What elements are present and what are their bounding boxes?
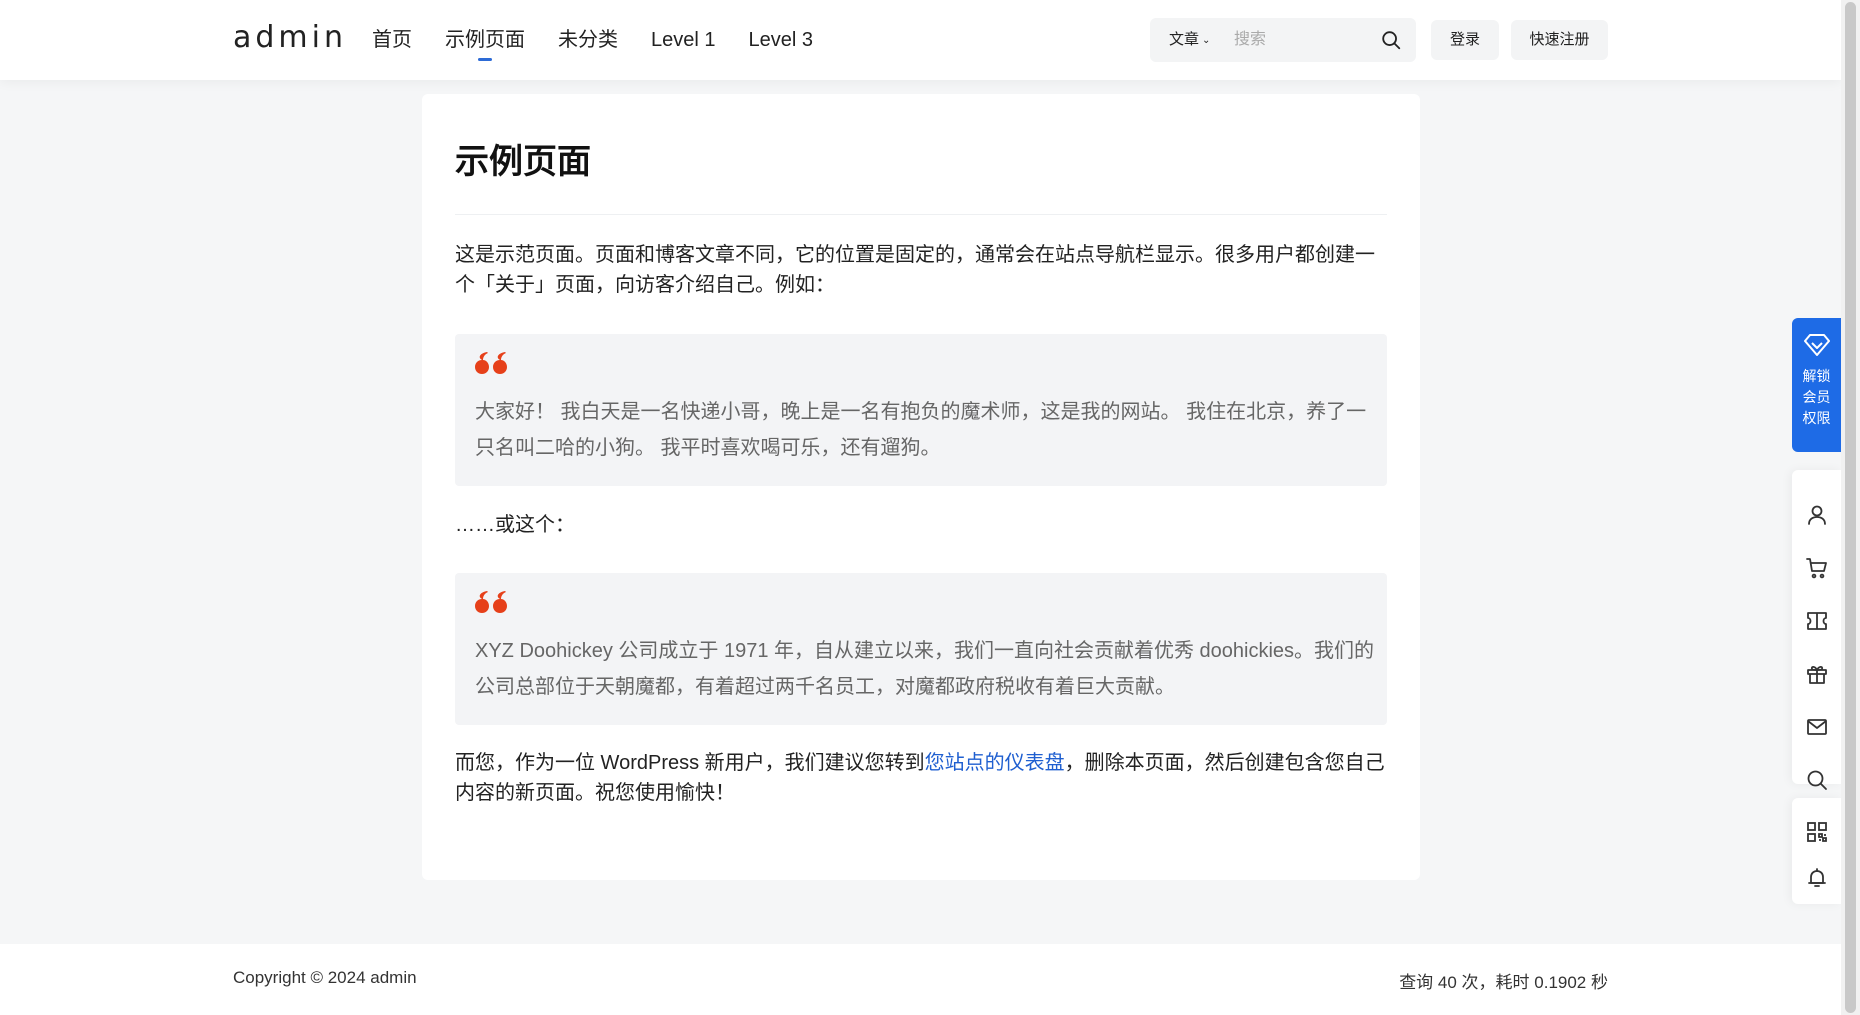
gift-button[interactable] (1792, 654, 1841, 694)
main-nav: 首页 示例页面 未分类 Level 1 Level 3 (372, 0, 846, 80)
nav-item-sample-page[interactable]: 示例页面 (445, 0, 525, 80)
login-button[interactable]: 登录 (1431, 20, 1499, 60)
cart-icon (1805, 558, 1827, 579)
quote-icon (475, 591, 507, 613)
floating-toolbar (1792, 470, 1841, 790)
or-this-paragraph: ……或这个： (455, 514, 575, 536)
copyright-text: Copyright © 2024 admin (233, 968, 417, 987)
register-button[interactable]: 快速注册 (1511, 20, 1608, 60)
search-icon[interactable] (1380, 29, 1402, 51)
nav-item-home[interactable]: 首页 (372, 0, 412, 80)
search-category-label: 文章 (1169, 31, 1200, 48)
quote-icon (475, 352, 507, 374)
search-category-dropdown[interactable]: 文章 ⌄ (1169, 18, 1210, 63)
chevron-down-icon: ⌄ (1202, 35, 1211, 46)
title-divider (455, 214, 1387, 215)
quote-text: XYZ Doohickey 公司成立于 1971 年，自从建立以来，我们一直向社… (475, 640, 1375, 698)
intro-paragraph: 这是示范页面。页面和博客文章不同，它的位置是固定的，通常会在站点导航栏显示。很多… (455, 244, 1375, 296)
sidebar-search-button[interactable] (1792, 760, 1841, 800)
user-icon (1807, 505, 1826, 525)
page-title: 示例页面 (455, 143, 591, 181)
diamond-icon (1804, 334, 1830, 356)
search-input[interactable] (1234, 25, 1374, 55)
dashboard-link[interactable]: 您站点的仪表盘 (925, 752, 1065, 774)
coupon-button[interactable] (1792, 601, 1841, 641)
gift-icon (1806, 665, 1827, 684)
quote-text: 大家好！ 我白天是一名快递小哥，晚上是一名有抱负的魔术师，这是我的网站。 我住在… (475, 401, 1367, 459)
floating-toolbar-secondary (1792, 798, 1841, 904)
user-center-button[interactable] (1792, 495, 1841, 535)
blockquote: XYZ Doohickey 公司成立于 1971 年，自从建立以来，我们一直向社… (455, 573, 1387, 725)
query-stats: 查询 40 次，耗时 0.1902 秒 (1399, 973, 1608, 992)
ticket-icon (1806, 612, 1827, 630)
blockquote: 大家好！ 我白天是一名快递小哥，晚上是一名有抱负的魔术师，这是我的网站。 我住在… (455, 334, 1387, 486)
search-icon (1807, 770, 1827, 790)
outro-text-before: 而您，作为一位 WordPress 新用户，我们建议您转到 (455, 752, 925, 774)
vip-label-line: 解锁 (1802, 368, 1831, 384)
qrcode-button[interactable] (1792, 812, 1841, 852)
message-button[interactable] (1792, 707, 1841, 747)
nav-item-uncategorized[interactable]: 未分类 (558, 0, 618, 80)
vip-label: 解锁 会员 权限 (1792, 366, 1841, 429)
article-card: 示例页面 这是示范页面。页面和博客文章不同，它的位置是固定的，通常会在站点导航栏… (422, 94, 1420, 880)
vip-label-line: 会员 (1802, 389, 1831, 405)
site-header: admin 首页 示例页面 未分类 Level 1 Level 3 文章⌄ 登录… (0, 0, 1841, 80)
scrollbar-thumb[interactable] (1845, 2, 1856, 1013)
qrcode-icon (1806, 822, 1827, 842)
site-logo[interactable]: admin (233, 20, 347, 55)
site-footer: Copyright © 2024 admin 查询 40 次，耗时 0.1902… (0, 944, 1841, 1015)
unlock-vip-button[interactable]: 解锁 会员 权限 (1792, 318, 1841, 452)
notification-button[interactable] (1792, 858, 1841, 898)
bell-icon (1807, 868, 1826, 887)
cart-button[interactable] (1792, 548, 1841, 588)
vip-label-line: 权限 (1802, 410, 1831, 426)
nav-item-level-3[interactable]: Level 3 (749, 0, 814, 80)
outro-paragraph: 而您，作为一位 WordPress 新用户，我们建议您转到您站点的仪表盘，删除本… (455, 748, 1387, 808)
mail-icon (1806, 719, 1827, 735)
search-box: 文章 ⌄ (1150, 18, 1416, 62)
nav-item-level-1[interactable]: Level 1 (651, 0, 716, 80)
